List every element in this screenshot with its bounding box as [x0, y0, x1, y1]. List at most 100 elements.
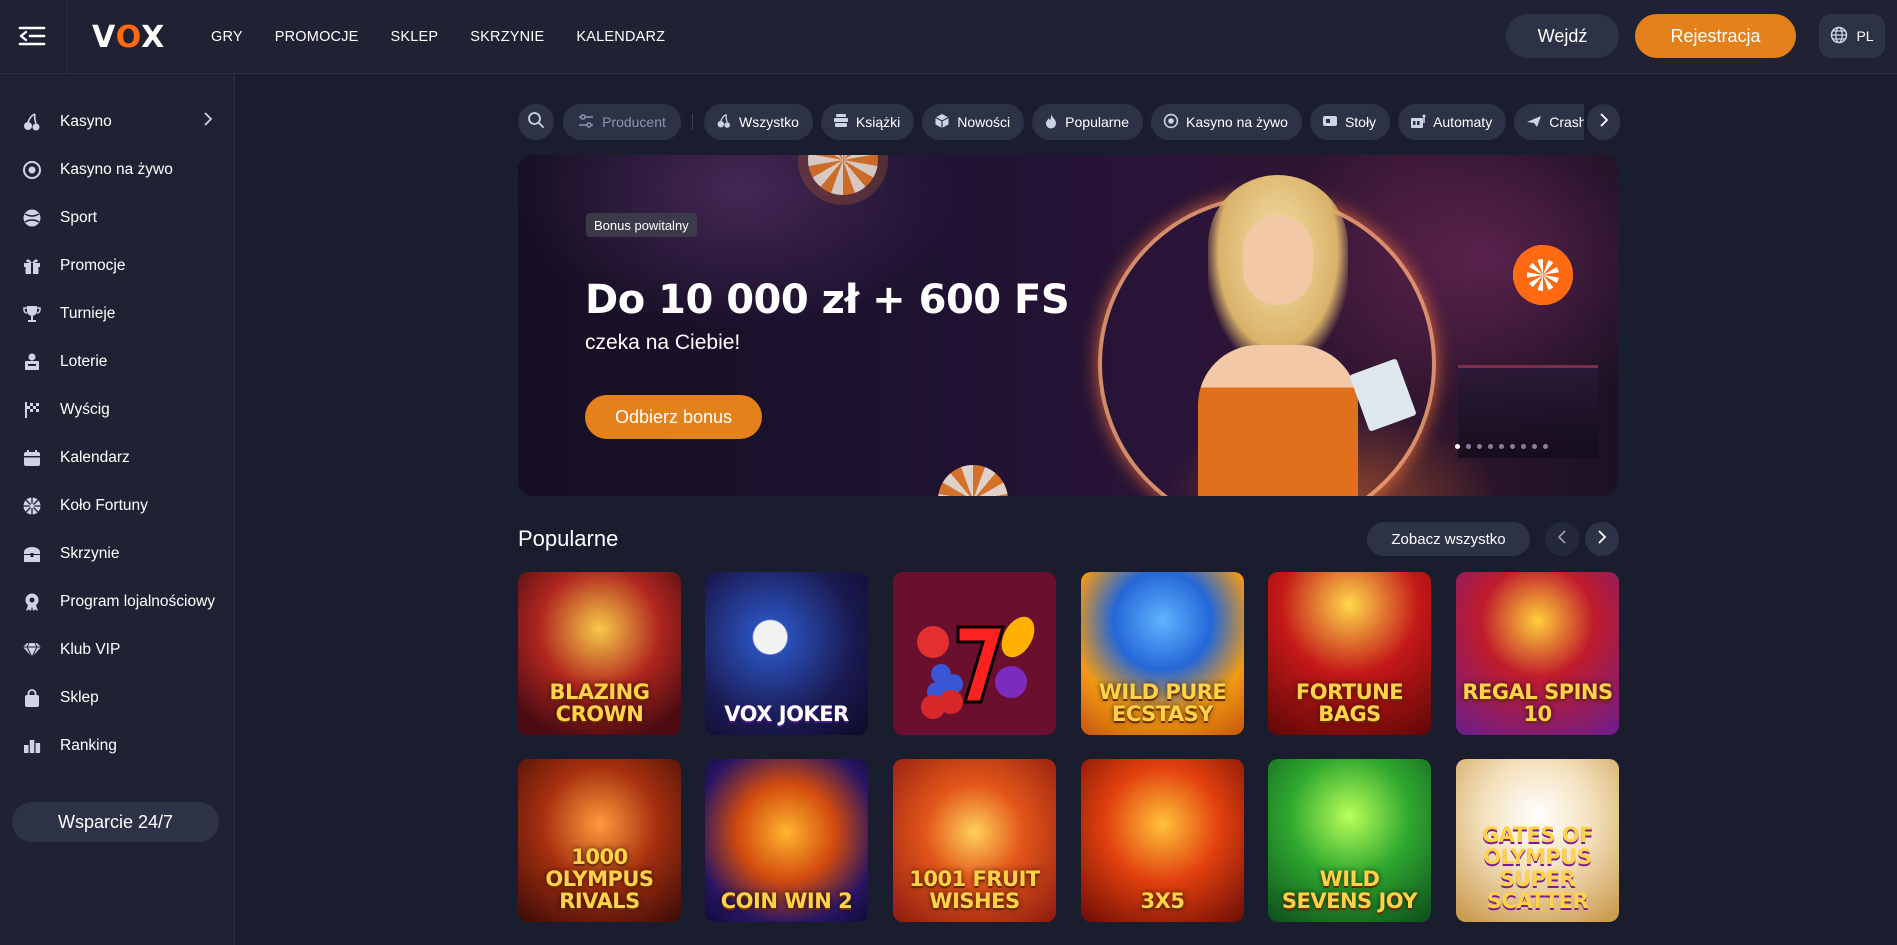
- category-label: Crash: [1549, 114, 1584, 130]
- category-label: Automaty: [1433, 114, 1493, 130]
- game-tile[interactable]: FORTUNE BAGS: [1268, 572, 1431, 735]
- sidebar-item-promocje[interactable]: Promocje: [0, 242, 235, 290]
- sidebar-item-sport[interactable]: Sport: [0, 194, 235, 242]
- nav-promocje[interactable]: PROMOCJE: [275, 29, 359, 45]
- nav-gry[interactable]: GRY: [211, 29, 243, 45]
- hostess-illustration: [1158, 175, 1417, 496]
- sidebar-item-label: Sport: [60, 209, 98, 226]
- sidebar-item-kalendarz[interactable]: Kalendarz: [0, 434, 235, 482]
- game-tile[interactable]: GATES OF OLYMPUS SUPER SCATTER: [1456, 759, 1619, 922]
- cube-icon: [934, 113, 950, 132]
- prev-arrow-button[interactable]: [1545, 522, 1579, 556]
- sidebar-item-label: Skrzynie: [60, 545, 120, 562]
- support-button[interactable]: Wsparcie 24/7: [12, 802, 219, 842]
- search-button[interactable]: [518, 104, 554, 140]
- bag-icon: [22, 688, 42, 708]
- promo-banner[interactable]: Bonus powitalny Do 10 000 zł + 600 FS cz…: [518, 155, 1618, 496]
- sidebar-item-program-lojalnosciowy[interactable]: Program lojalnościowy: [0, 578, 235, 626]
- carousel-dot[interactable]: [1543, 444, 1548, 449]
- game-tile[interactable]: VOX JOKER: [705, 572, 868, 735]
- sidebar-item-skrzynie[interactable]: Skrzynie: [0, 530, 235, 578]
- diamond-icon: [22, 640, 42, 660]
- sidebar-item-kolo-fortuny[interactable]: Koło Fortuny: [0, 482, 235, 530]
- category-stoly[interactable]: Stoły: [1309, 104, 1391, 140]
- sliders-icon: [578, 113, 594, 131]
- sidebar-item-klub-vip[interactable]: Klub VIP: [0, 626, 235, 674]
- chevron-left-icon: [1557, 529, 1567, 549]
- game-title: 1000 OLYMPUS RIVALS: [545, 845, 654, 913]
- sidebar-item-label: Loterie: [60, 353, 108, 370]
- sidebar-item-label: Promocje: [60, 257, 126, 274]
- carousel-dot[interactable]: [1499, 444, 1504, 449]
- nav-skrzynie[interactable]: SKRZYNIE: [470, 29, 544, 45]
- chevron-right-icon: [203, 112, 213, 131]
- producer-filter[interactable]: Producent: [563, 104, 681, 140]
- live-casino-icon: [22, 160, 42, 180]
- carousel-dot[interactable]: [1488, 444, 1493, 449]
- sidebar-item-label: Wyścig: [60, 401, 110, 418]
- game-title: VOX JOKER: [724, 702, 849, 726]
- loyalty-icon: [22, 592, 42, 612]
- game-tile[interactable]: BLAZING CROWN: [518, 572, 681, 735]
- carousel-dot[interactable]: [1477, 444, 1482, 449]
- top-header: VOX GRY PROMOCJE SKLEP SKRZYNIE KALENDAR…: [0, 0, 1897, 74]
- game-tile[interactable]: [893, 572, 1056, 735]
- carousel-dot[interactable]: [1466, 444, 1471, 449]
- sidebar-item-ranking[interactable]: Ranking: [0, 722, 235, 770]
- sidebar-item-label: Kasyno: [60, 113, 112, 130]
- game-title: FORTUNE BAGS: [1295, 680, 1404, 726]
- category-label: Stoły: [1344, 114, 1377, 130]
- game-tile[interactable]: 1000 OLYMPUS RIVALS: [518, 759, 681, 922]
- game-title: WILD SEVENS JOY: [1281, 867, 1418, 913]
- sidebar-item-sklep[interactable]: Sklep: [0, 674, 235, 722]
- game-tile[interactable]: 1001 FRUIT WISHES: [893, 759, 1056, 922]
- category-kasyno-na-zywo[interactable]: Kasyno na żywo: [1150, 104, 1302, 140]
- game-title: COIN WIN 2: [720, 889, 853, 913]
- sidebar-item-wyscig[interactable]: Wyścig: [0, 386, 235, 434]
- next-arrow-button[interactable]: [1585, 522, 1619, 556]
- sidebar-item-turnieje[interactable]: Turnieje: [0, 290, 235, 338]
- language-selector[interactable]: PL: [1819, 14, 1885, 58]
- game-tile[interactable]: COIN WIN 2: [705, 759, 868, 922]
- category-crash[interactable]: Crash: [1514, 104, 1584, 140]
- menu-collapse-icon[interactable]: [18, 24, 46, 48]
- register-button[interactable]: Rejestracja: [1635, 14, 1796, 58]
- chest-icon: [22, 544, 42, 564]
- game-tile[interactable]: REGAL SPINS 10: [1456, 572, 1619, 735]
- category-separator: [692, 114, 693, 130]
- nav-kalendarz[interactable]: KALENDARZ: [576, 29, 665, 45]
- section-title-popular: Popularne: [518, 526, 619, 551]
- see-all-button[interactable]: Zobacz wszystko: [1367, 522, 1530, 556]
- category-ksiazki[interactable]: Książki: [820, 104, 915, 140]
- game-tile[interactable]: WILD PURE ECSTASY: [1081, 572, 1244, 735]
- sidebar-item-kasyno[interactable]: Kasyno: [0, 98, 235, 146]
- fire-icon: [1044, 113, 1058, 132]
- banner-subtitle: czeka na Ciebie!: [585, 331, 741, 354]
- game-title: BLAZING CROWN: [549, 680, 651, 726]
- sidebar-item-label: Klub VIP: [60, 641, 121, 658]
- banner-badge: Bonus powitalny: [586, 213, 697, 237]
- vox-logo[interactable]: VOX: [92, 20, 165, 55]
- category-wszystko[interactable]: Wszystko: [704, 104, 813, 140]
- carousel-dot[interactable]: [1510, 444, 1515, 449]
- carousel-dot[interactable]: [1455, 444, 1460, 449]
- nav-sklep[interactable]: SKLEP: [391, 29, 439, 45]
- sidebar-item-kasyno-na-zywo[interactable]: Kasyno na żywo: [0, 146, 235, 194]
- category-nowosci[interactable]: Nowości: [922, 104, 1025, 140]
- sidebar-item-label: Sklep: [60, 689, 99, 706]
- category-list: Wszystko Książki Nowości Popularne Kasyn…: [704, 104, 1584, 140]
- category-label: Kasyno na żywo: [1185, 114, 1288, 130]
- carousel-dot[interactable]: [1521, 444, 1526, 449]
- game-tile[interactable]: 3X5: [1081, 759, 1244, 922]
- claim-bonus-button[interactable]: Odbierz bonus: [585, 395, 762, 439]
- banner-title: Do 10 000 zł + 600 FS: [585, 277, 1070, 323]
- sidebar-item-loterie[interactable]: Loterie: [0, 338, 235, 386]
- flag-icon: [22, 400, 42, 420]
- game-tile[interactable]: WILD SEVENS JOY: [1268, 759, 1431, 922]
- search-icon: [527, 111, 545, 134]
- category-automaty[interactable]: Automaty: [1398, 104, 1507, 140]
- login-button[interactable]: Wejdź: [1506, 14, 1619, 58]
- category-popularne[interactable]: Popularne: [1032, 104, 1143, 140]
- category-scroll-right[interactable]: [1587, 104, 1620, 140]
- carousel-dot[interactable]: [1532, 444, 1537, 449]
